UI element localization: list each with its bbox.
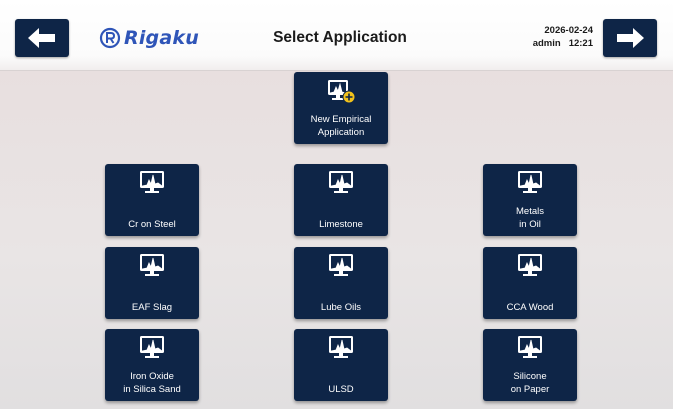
monitor-spectrum-icon [518, 336, 542, 358]
back-button[interactable] [15, 19, 69, 57]
app-label: ULSD [328, 384, 354, 395]
app-tile-cr-on-steel[interactable]: Cr on Steel [105, 164, 199, 236]
logo-text: Rigaku [124, 27, 199, 49]
time-text: 12:21 [568, 38, 593, 49]
monitor-spectrum-icon [140, 336, 164, 358]
app-label: Cr on Steel [128, 219, 176, 230]
app-tile-lube-oils[interactable]: Lube Oils [294, 247, 388, 319]
app-label: Metals in Oil [516, 206, 544, 230]
forward-button[interactable] [603, 19, 657, 57]
app-label: Limestone [319, 219, 363, 230]
rigaku-logo: Rigaku [99, 23, 199, 53]
monitor-spectrum-icon [329, 171, 353, 193]
status-info: 2026-02-24 admin 12:21 [533, 24, 593, 50]
date-text: 2026-02-24 [544, 25, 593, 36]
app-label: Silicone on Paper [510, 371, 550, 395]
app-label: EAF Slag [131, 302, 173, 313]
app-tile-metals-in-oil[interactable]: Metals in Oil [483, 164, 577, 236]
page-title: Select Application [273, 29, 407, 46]
app-tile-iron-oxide-in-silica-sand[interactable]: Iron Oxide in Silica Sand [105, 329, 199, 401]
app-label: Iron Oxide in Silica Sand [123, 371, 181, 395]
new-application-label: New Empirical Application [310, 114, 372, 138]
rigaku-logo-mark [99, 27, 121, 49]
application-grid: New Empirical Application Cr on Steel Li… [0, 71, 673, 409]
top-bar: Rigaku Select Application 2026-02-24 adm… [0, 0, 673, 71]
monitor-spectrum-icon [329, 254, 353, 276]
app-tile-silicone-on-paper[interactable]: Silicone on Paper [483, 329, 577, 401]
new-empirical-application-button[interactable]: New Empirical Application [294, 72, 388, 144]
monitor-spectrum-icon [140, 254, 164, 276]
app-label: CCA Wood [506, 302, 554, 313]
app-tile-cca-wood[interactable]: CCA Wood [483, 247, 577, 319]
monitor-add-icon [328, 80, 356, 104]
monitor-spectrum-icon [518, 254, 542, 276]
arrow-right-icon [617, 28, 644, 48]
app-tile-ulsd[interactable]: ULSD [294, 329, 388, 401]
arrow-left-icon [28, 28, 55, 48]
monitor-spectrum-icon [329, 336, 353, 358]
user-text: admin [532, 38, 561, 49]
app-tile-eaf-slag[interactable]: EAF Slag [105, 247, 199, 319]
monitor-spectrum-icon [518, 171, 542, 193]
app-tile-limestone[interactable]: Limestone [294, 164, 388, 236]
app-label: Lube Oils [320, 302, 362, 313]
monitor-spectrum-icon [140, 171, 164, 193]
